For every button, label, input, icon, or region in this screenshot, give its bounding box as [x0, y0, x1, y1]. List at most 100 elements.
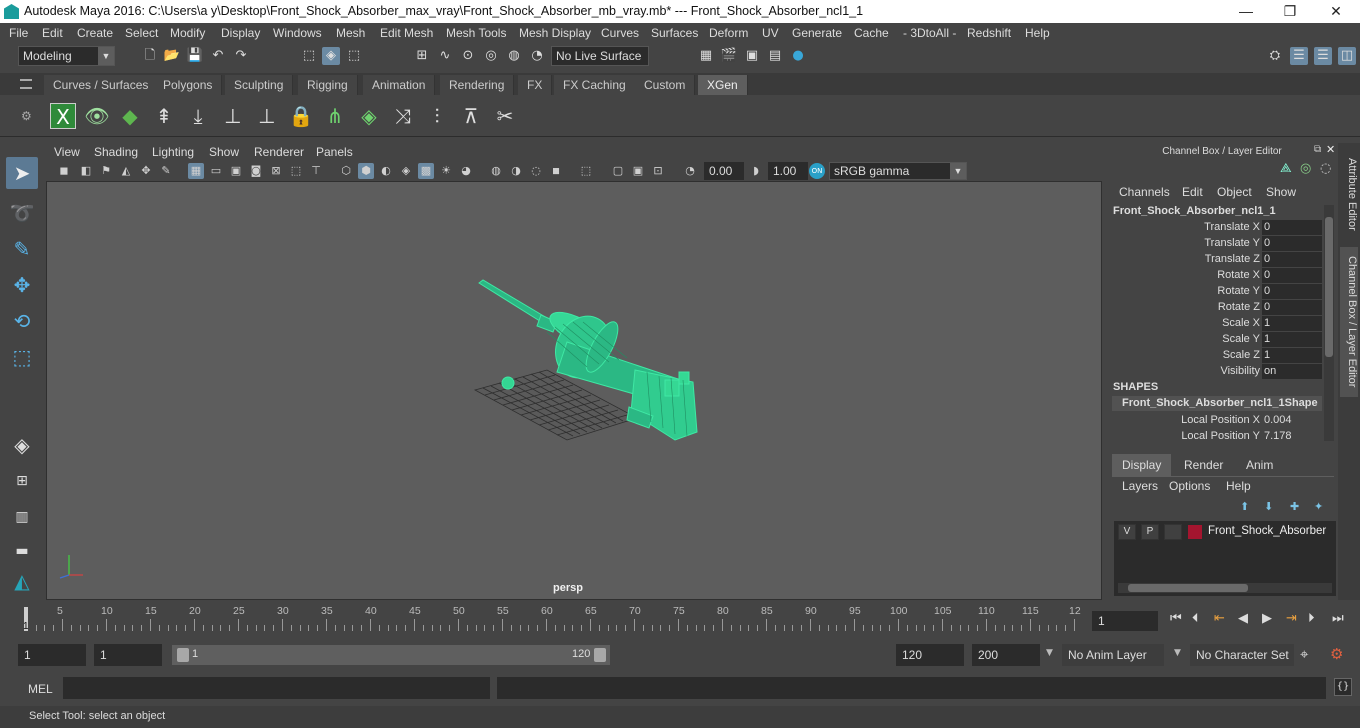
layer-playback-toggle[interactable]: P — [1141, 524, 1159, 540]
move-layer-down-icon[interactable]: ⬇ — [1264, 500, 1273, 513]
viewport-menu-renderer[interactable]: Renderer — [254, 145, 304, 159]
move-tool-icon[interactable]: ✥ — [6, 269, 38, 301]
attr-value[interactable]: 0 — [1262, 252, 1322, 267]
menu-display[interactable]: Display — [221, 26, 260, 40]
xgen-delete-icon[interactable]: ✂ — [492, 103, 518, 129]
xgen-cut-icon[interactable]: ⊼ — [458, 103, 484, 129]
backface-culling-icon[interactable]: ⊡ — [650, 163, 666, 179]
new-layer-icon[interactable]: ✚ — [1290, 500, 1299, 513]
menu-create[interactable]: Create — [77, 26, 113, 40]
step-forward-key-icon[interactable]: ⇥ — [1286, 611, 1297, 626]
wireframe-icon[interactable]: ⬡ — [338, 163, 354, 179]
select-component-icon[interactable]: ⬚ — [345, 47, 363, 65]
new-scene-icon[interactable]: 🗋 — [141, 47, 159, 65]
gamma-field[interactable]: 1.00 — [768, 162, 808, 180]
outliner-layout-icon[interactable]: ▥ — [6, 501, 38, 533]
rotate-tool-icon[interactable]: ⟲ — [6, 305, 38, 337]
end-time-field[interactable]: 200 — [972, 644, 1040, 666]
tab-rigging[interactable]: Rigging — [298, 75, 358, 95]
new-layer-selected-icon[interactable]: ✦ — [1314, 500, 1323, 513]
auto-key-icon[interactable]: ⌖ — [1300, 645, 1308, 663]
workspace-icon[interactable]: ⛭ — [1266, 47, 1284, 65]
color-space-dropdown[interactable]: sRGB gamma ▼ — [829, 162, 967, 180]
maximize-button[interactable]: ❐ — [1280, 2, 1300, 20]
save-scene-icon[interactable]: 💾 — [186, 47, 204, 65]
play-forwards-icon[interactable]: ▶ — [1262, 611, 1272, 626]
menu-modify[interactable]: Modify — [170, 26, 205, 40]
speed-icon[interactable]: ◎ — [1300, 161, 1311, 176]
minimize-button[interactable]: — — [1236, 2, 1256, 20]
tab-sculpting[interactable]: Sculpting — [225, 75, 294, 95]
menu-surfaces[interactable]: Surfaces — [651, 26, 698, 40]
scrollbar-thumb[interactable] — [1128, 584, 1248, 592]
shadows-icon[interactable]: ◕ — [458, 163, 474, 179]
layer-menu-layers[interactable]: Layers — [1122, 479, 1158, 493]
shelf-options-icon[interactable]: ⚙ — [21, 109, 32, 123]
tab-curves-surfaces[interactable]: Curves / Surfaces — [44, 75, 159, 95]
open-scene-icon[interactable]: 📂 — [163, 47, 181, 65]
snap-grid-icon[interactable]: ⊞ — [413, 47, 431, 65]
select-camera-icon[interactable]: ◼ — [56, 163, 72, 179]
two-d-pan-icon[interactable]: ✥ — [138, 163, 154, 179]
textured-icon[interactable]: ◈ — [398, 163, 414, 179]
menu-generate[interactable]: Generate — [792, 26, 842, 40]
layer-horizontal-scrollbar[interactable] — [1118, 583, 1332, 593]
menu-redshift[interactable]: Redshift — [967, 26, 1011, 40]
xgen-editor-icon[interactable]: X — [50, 103, 76, 129]
go-to-start-icon[interactable]: ⏮ — [1170, 611, 1182, 626]
exposure-field[interactable]: 0.00 — [704, 162, 744, 180]
channel-box-layer-editor-tab[interactable]: Channel Box / Layer Editor — [1340, 247, 1358, 397]
xgen-density-icon[interactable]: ◈ — [356, 103, 382, 129]
select-object-icon[interactable]: ◈ — [322, 47, 340, 65]
menu-curves[interactable]: Curves — [601, 26, 639, 40]
menu-edit-mesh[interactable]: Edit Mesh — [380, 26, 433, 40]
play-backwards-icon[interactable]: ◀ — [1238, 611, 1248, 626]
tab-xgen[interactable]: XGen — [698, 75, 748, 95]
cb-menu-edit[interactable]: Edit — [1182, 185, 1203, 199]
isolate-select-icon[interactable]: ⬚ — [578, 163, 594, 179]
cb-menu-show[interactable]: Show — [1266, 185, 1296, 199]
snap-curve-icon[interactable]: ∿ — [436, 47, 454, 65]
xray-joints-icon[interactable]: ▢ — [610, 163, 626, 179]
move-layer-up-icon[interactable]: ⬆ — [1240, 500, 1249, 513]
field-chart-icon[interactable]: ⊠ — [268, 163, 284, 179]
menu-mesh-tools[interactable]: Mesh Tools — [446, 26, 506, 40]
attr-value[interactable]: 0 — [1262, 268, 1322, 283]
grid-icon[interactable]: ▦ — [188, 163, 204, 179]
go-to-end-icon[interactable]: ⏭ — [1332, 611, 1344, 626]
menu-3dtoall[interactable]: - 3DtoAll - — [903, 26, 956, 40]
layer-name[interactable]: Front_Shock_Absorber — [1208, 525, 1326, 537]
ambient-occlusion-icon[interactable]: ◍ — [488, 163, 504, 179]
layer-tab-anim[interactable]: Anim — [1236, 454, 1283, 476]
film-gate-icon[interactable]: ▭ — [208, 163, 224, 179]
menu-cache[interactable]: Cache — [854, 26, 889, 40]
channel-box-scrollbar[interactable] — [1324, 205, 1334, 441]
scale-tool-icon[interactable]: ⬚ — [6, 341, 38, 373]
character-set-field[interactable]: No Character Set — [1190, 644, 1294, 666]
menu-select[interactable]: Select — [125, 26, 158, 40]
channel-box-toggle-icon[interactable]: ◫ — [1338, 47, 1356, 65]
render-frame-icon[interactable]: 🎬 — [720, 47, 738, 65]
redo-icon[interactable]: ↷ — [232, 47, 250, 65]
attr-value[interactable]: 7.178 — [1262, 429, 1322, 444]
single-perspective-layout-icon[interactable]: ◈ — [6, 429, 38, 461]
viewport-menu-view[interactable]: View — [54, 145, 80, 159]
undo-icon[interactable]: ↶ — [209, 47, 227, 65]
hypershade-icon[interactable]: ● — [789, 47, 807, 65]
four-view-layout-icon[interactable]: ⊞ — [6, 465, 38, 497]
xgen-add-guide-icon[interactable]: ⊥ — [220, 103, 246, 129]
snap-view-icon[interactable]: ◎ — [482, 47, 500, 65]
attr-value[interactable]: 0 — [1262, 220, 1322, 235]
attr-value[interactable]: 0 — [1262, 236, 1322, 251]
tab-polygons[interactable]: Polygons — [154, 75, 223, 95]
layer-menu-help[interactable]: Help — [1226, 479, 1251, 493]
close-panel-icon[interactable]: ✕ — [1326, 143, 1335, 156]
snap-point-icon[interactable]: ⊙ — [459, 47, 477, 65]
mode-selector[interactable]: Modeling ▼ — [18, 46, 115, 66]
maya-menu-icon[interactable]: ◭ — [6, 565, 38, 597]
chevron-down-icon[interactable]: ▼ — [1046, 648, 1053, 658]
ipr-render-icon[interactable]: ▣ — [743, 47, 761, 65]
shelf-menu-icon[interactable] — [20, 79, 32, 89]
menu-deform[interactable]: Deform — [709, 26, 748, 40]
layer-display-type-toggle[interactable] — [1164, 524, 1182, 540]
